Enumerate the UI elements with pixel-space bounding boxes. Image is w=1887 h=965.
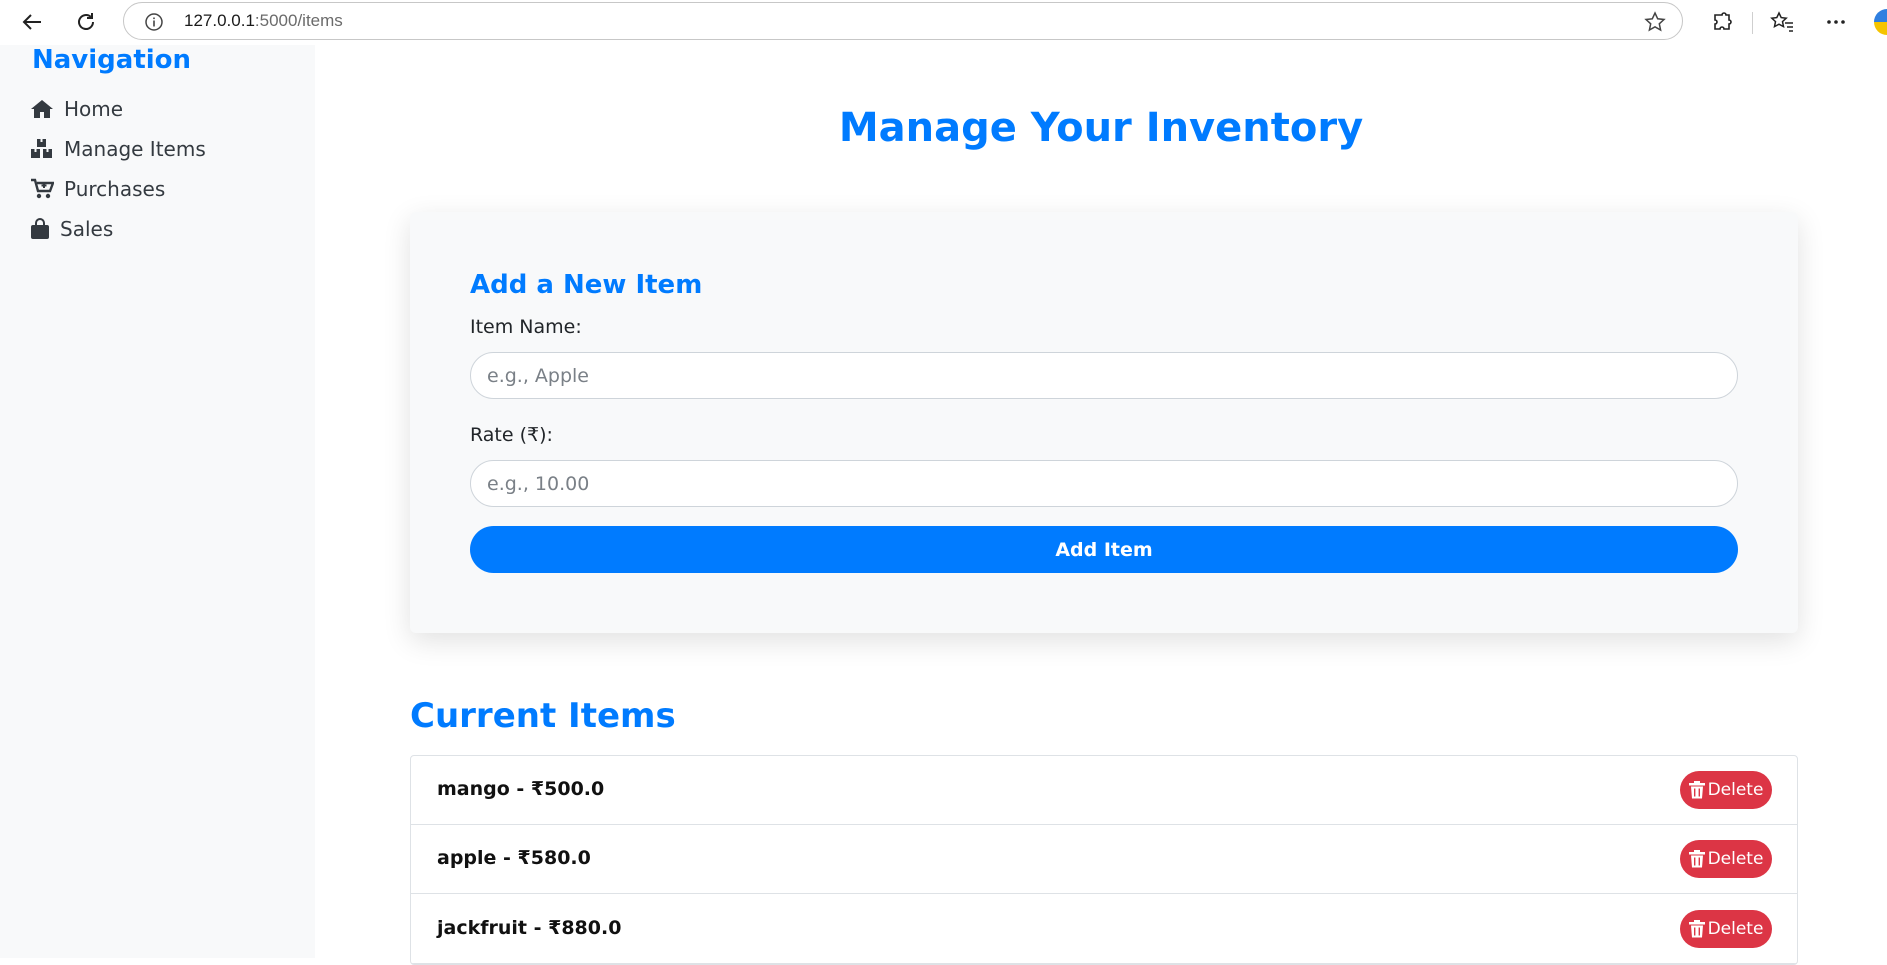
favorites-button[interactable] [1765,5,1799,39]
delete-button[interactable]: Delete [1680,910,1772,948]
item-name-label: Item Name: [470,316,582,338]
page-title: Manage Your Inventory [838,105,1364,151]
favorites-icon [1770,11,1793,32]
browser-toolbar: 127.0.0.1:5000/items [0,0,1887,45]
address-bar[interactable]: 127.0.0.1:5000/items [123,2,1683,40]
delete-button[interactable]: Delete [1680,840,1772,878]
items-list: mango - ₹500.0 Delete apple - ₹580.0 Del… [410,755,1798,965]
back-button[interactable] [14,4,50,40]
delete-button[interactable]: Delete [1680,771,1772,809]
shopping-bag-icon [31,218,49,239]
toolbar-divider [1752,12,1753,34]
boxes-icon [31,139,52,158]
info-icon[interactable] [144,12,164,32]
list-item: apple - ₹580.0 Delete [411,825,1797,894]
rate-label: Rate (₹): [470,424,553,446]
copilot-icon[interactable] [1874,9,1887,35]
delete-label: Delete [1707,780,1764,800]
star-icon[interactable] [1644,11,1666,33]
form-title: Add a New Item [470,270,703,300]
add-item-form: Add a New Item Item Name: Rate (₹): Add … [410,212,1798,633]
current-items-title: Current Items [410,696,676,736]
cart-icon [31,178,54,199]
extensions-button[interactable] [1705,5,1739,39]
url-path: :5000/items [254,11,343,30]
reload-button[interactable] [68,4,104,40]
url-text[interactable]: 127.0.0.1:5000/items [184,11,343,31]
sidebar-item-label: Manage Items [64,137,206,161]
reload-icon [78,13,94,30]
item-text: jackfruit - ₹880.0 [437,917,622,939]
list-item: jackfruit - ₹880.0 Delete [411,895,1797,964]
delete-label: Delete [1707,849,1764,869]
trash-icon [1688,850,1705,868]
sidebar-item-label: Sales [60,217,114,241]
sidebar-item-label: Purchases [64,177,166,201]
list-item: mango - ₹500.0 Delete [411,756,1797,825]
rate-input[interactable] [470,460,1738,507]
sidebar-item-sales[interactable]: Sales [30,213,113,245]
extensions-icon [1714,12,1732,30]
sidebar-item-manage-items[interactable]: Manage Items [30,133,206,165]
home-icon [31,100,53,118]
sidebar-item-label: Home [64,97,124,121]
more-icon [1827,20,1845,24]
sidebar-title: Navigation [32,45,192,75]
item-text: apple - ₹580.0 [437,847,591,869]
more-button[interactable] [1819,5,1853,39]
sidebar-item-home[interactable]: Home [30,93,123,125]
add-item-button[interactable]: Add Item [470,526,1738,573]
back-icon [22,14,41,30]
item-name-input[interactable] [470,352,1738,399]
sidebar-item-purchases[interactable]: Purchases [30,173,165,205]
trash-icon [1688,920,1705,938]
delete-label: Delete [1707,919,1764,939]
sidebar: Navigation Home Manage Items Purchases S… [0,45,315,958]
item-text: mango - ₹500.0 [437,778,605,800]
url-host: 127.0.0.1 [184,11,255,30]
trash-icon [1688,781,1705,799]
